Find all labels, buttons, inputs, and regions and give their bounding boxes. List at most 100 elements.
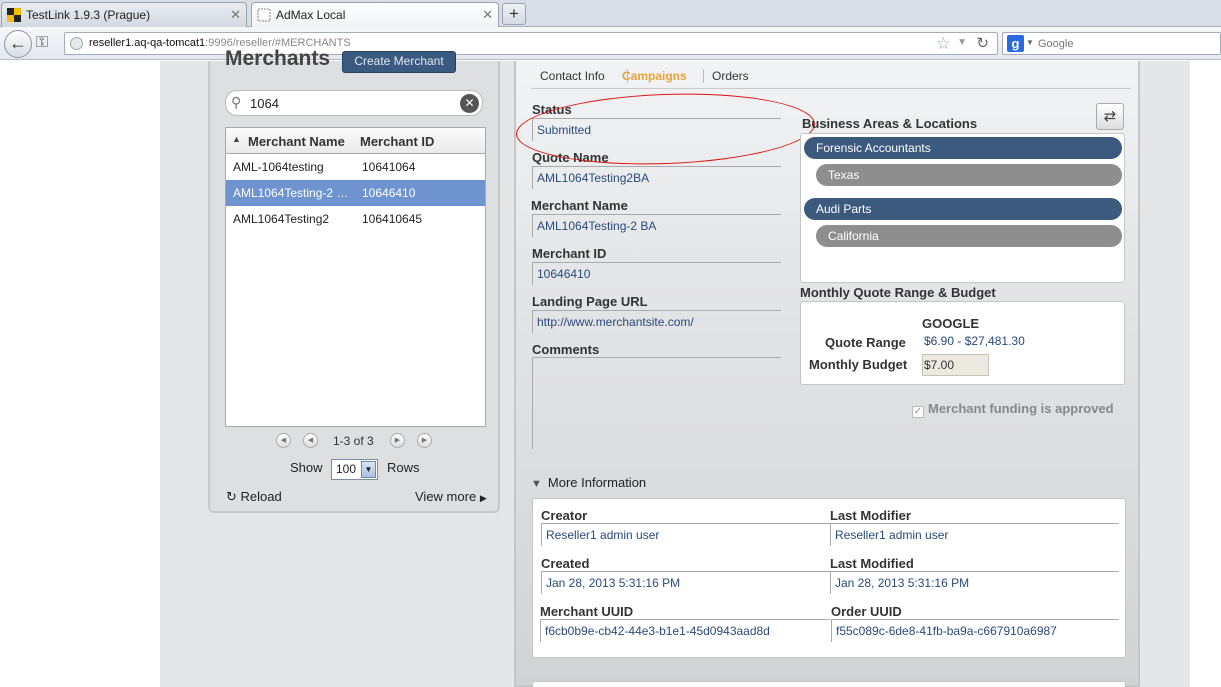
table-row[interactable]: AML-1064testing 10641064 bbox=[226, 154, 485, 180]
merchants-panel: Merchants Create Merchant ⚲ 1064 ✕ ▲ Mer… bbox=[208, 47, 500, 513]
prev-page-icon[interactable]: ◀ bbox=[303, 433, 318, 448]
browser-search-bar[interactable]: g ▼ Google bbox=[1002, 32, 1221, 55]
merchant-search-input[interactable]: 1064 bbox=[250, 96, 279, 111]
clear-search-icon[interactable]: ✕ bbox=[460, 94, 479, 113]
merchant-id-value: 10646410 bbox=[532, 262, 781, 285]
merchant-id-cell: 106410645 bbox=[362, 212, 423, 226]
refresh-icon: ⇄ bbox=[1103, 108, 1117, 125]
url-dropdown-icon[interactable]: ▼ bbox=[957, 37, 967, 48]
browser-tab-bar: TestLink 1.9.3 (Prague) ✕ AdMax Local ✕ … bbox=[0, 0, 1221, 28]
quote-range-label: Quote Range bbox=[825, 335, 906, 350]
chevron-right-icon: ▶ bbox=[479, 493, 487, 503]
rows-per-page-select[interactable]: 100 ▼ bbox=[331, 459, 378, 480]
view-more-label: View more bbox=[415, 489, 477, 504]
merchant-name-cell: AML-1064testing bbox=[233, 160, 324, 174]
merchant-id-cell: 10641064 bbox=[362, 160, 416, 174]
new-tab-button[interactable]: + bbox=[502, 3, 526, 25]
show-label: Show bbox=[290, 460, 323, 475]
key-icon[interactable]: ⚿ bbox=[36, 34, 48, 52]
merchants-title: Merchants bbox=[225, 47, 331, 70]
google-icon[interactable]: g bbox=[1007, 35, 1024, 52]
merchant-search-field[interactable]: ⚲ 1064 ✕ bbox=[225, 90, 483, 116]
close-tab-icon[interactable]: ✕ bbox=[482, 7, 493, 23]
reload-page-icon[interactable]: ↻ bbox=[976, 34, 989, 52]
refresh-button[interactable]: ⇄ bbox=[1096, 103, 1124, 130]
landing-page-url-label: Landing Page URL bbox=[532, 294, 648, 309]
order-uuid-label: Order UUID bbox=[831, 604, 902, 619]
quote-range-section-label: Monthly Quote Range & Budget bbox=[800, 285, 996, 300]
rows-per-page-value: 100 bbox=[336, 462, 357, 476]
browser-nav-bar: ← ⚿ reseller1.aq-qa-tomcat1:9996/reselle… bbox=[0, 27, 1221, 60]
last-modifier-label: Last Modifier bbox=[830, 508, 911, 523]
checkmark-icon: ✓ bbox=[912, 406, 924, 418]
merchant-table-header: ▲ Merchant Name Merchant ID bbox=[226, 128, 485, 154]
pager: ◀ ◀ 1-3 of 3 ▶ ▶ bbox=[276, 433, 436, 449]
merchant-name-value: AML1064Testing-2 BA bbox=[532, 214, 781, 237]
more-information-box: Creator Reseller1 admin user Last Modifi… bbox=[532, 498, 1126, 658]
column-header-merchant-name[interactable]: Merchant Name bbox=[248, 134, 345, 149]
campaign-details-panel: Contact Info Campaigns Orders Status Sub… bbox=[514, 61, 1140, 687]
url-bar[interactable]: reseller1.aq-qa-tomcat1:9996/reseller/#M… bbox=[64, 32, 998, 55]
more-information-label: More Information bbox=[547, 475, 647, 490]
funding-approved-label: Merchant funding is approved bbox=[928, 401, 1114, 416]
first-page-icon[interactable]: ◀ bbox=[276, 433, 291, 448]
globe-icon bbox=[70, 37, 83, 50]
merchant-name-cell: AML1064Testing2 bbox=[233, 212, 330, 226]
table-row-selected[interactable]: AML1064Testing-2 BA 10646410 bbox=[226, 180, 485, 206]
funding-approved-checkbox[interactable]: ✓ Merchant funding is approved bbox=[912, 401, 1114, 418]
creator-value: Reseller1 admin user bbox=[541, 523, 830, 546]
creator-label: Creator bbox=[541, 508, 588, 523]
back-button[interactable]: ← bbox=[4, 30, 32, 58]
merchant-id-cell: 10646410 bbox=[362, 186, 416, 200]
quote-range-box: GOOGLE Quote Range $6.90 - $27,481.30 Mo… bbox=[800, 301, 1125, 385]
landing-page-url-value: http://www.merchantsite.com/ bbox=[532, 310, 781, 333]
tab-divider bbox=[703, 69, 704, 83]
create-merchant-button[interactable]: Create Merchant bbox=[342, 51, 456, 73]
search-icon: ⚲ bbox=[231, 94, 242, 110]
created-label: Created bbox=[541, 556, 590, 571]
column-header-merchant-id[interactable]: Merchant ID bbox=[360, 134, 434, 149]
browser-tab-testlink[interactable]: TestLink 1.9.3 (Prague) ✕ bbox=[1, 2, 247, 27]
close-tab-icon[interactable]: ✕ bbox=[230, 7, 241, 23]
last-modified-label: Last Modified bbox=[830, 556, 914, 571]
next-page-icon[interactable]: ▶ bbox=[390, 433, 405, 448]
pager-text: 1-3 of 3 bbox=[333, 434, 374, 448]
merchant-name-cell: AML1064Testing-2 BA bbox=[233, 186, 351, 200]
business-area-pill[interactable]: Forensic Accountants bbox=[804, 137, 1122, 159]
sort-ascending-icon[interactable]: ▲ bbox=[232, 134, 241, 144]
url-host: reseller1.aq-qa-tomcat1 bbox=[89, 37, 206, 49]
page-content: Merchants Create Merchant ⚲ 1064 ✕ ▲ Mer… bbox=[0, 47, 1221, 687]
reload-icon: ↻ bbox=[226, 489, 237, 504]
tab-contact-info[interactable]: Contact Info bbox=[540, 69, 605, 83]
bookmark-star-icon[interactable]: ☆ bbox=[936, 34, 951, 54]
monthly-budget-label: Monthly Budget bbox=[809, 357, 908, 372]
business-areas-list: Forensic Accountants Texas Audi Parts Ca… bbox=[800, 133, 1125, 283]
browser-tab-label: AdMax Local bbox=[276, 8, 346, 22]
merchant-uuid-label: Merchant UUID bbox=[540, 604, 634, 619]
created-value: Jan 28, 2013 5:31:16 PM bbox=[541, 571, 830, 594]
more-information-toggle[interactable]: ▼ More Information bbox=[531, 475, 646, 490]
monthly-budget-field[interactable]: $7.00 bbox=[922, 354, 989, 376]
chevron-down-icon[interactable]: ▼ bbox=[361, 461, 376, 478]
merchant-table: ▲ Merchant Name Merchant ID AML-1064test… bbox=[225, 127, 486, 427]
reload-button[interactable]: ↻ Reload bbox=[226, 489, 282, 505]
search-engine-dropdown-icon[interactable]: ▼ bbox=[1026, 38, 1034, 47]
tab-orders[interactable]: Orders bbox=[712, 69, 749, 83]
table-row[interactable]: AML1064Testing2 106410645 bbox=[226, 206, 485, 232]
last-page-icon[interactable]: ▶ bbox=[417, 433, 432, 448]
browser-tab-admax[interactable]: AdMax Local ✕ bbox=[251, 2, 499, 28]
page-icon bbox=[257, 8, 271, 22]
business-area-pill[interactable]: Audi Parts bbox=[804, 198, 1122, 220]
quote-provider: GOOGLE bbox=[922, 316, 980, 331]
view-more-link[interactable]: View more ▶ bbox=[415, 489, 487, 504]
location-pill[interactable]: California bbox=[816, 225, 1122, 247]
merchant-id-label: Merchant ID bbox=[532, 246, 607, 261]
order-uuid-value: f55c089c-6de8-41fb-ba9a-c667910a6987 bbox=[831, 619, 1119, 642]
testlink-icon bbox=[7, 8, 21, 22]
quote-range-value: $6.90 - $27,481.30 bbox=[924, 334, 1025, 348]
tab-campaigns[interactable]: Campaigns bbox=[622, 69, 687, 83]
search-placeholder: Google bbox=[1038, 38, 1074, 50]
location-pill[interactable]: Texas bbox=[816, 164, 1122, 186]
quote-name-value: AML1064Testing2BA bbox=[532, 166, 781, 189]
last-modified-value: Jan 28, 2013 5:31:16 PM bbox=[830, 571, 1119, 594]
